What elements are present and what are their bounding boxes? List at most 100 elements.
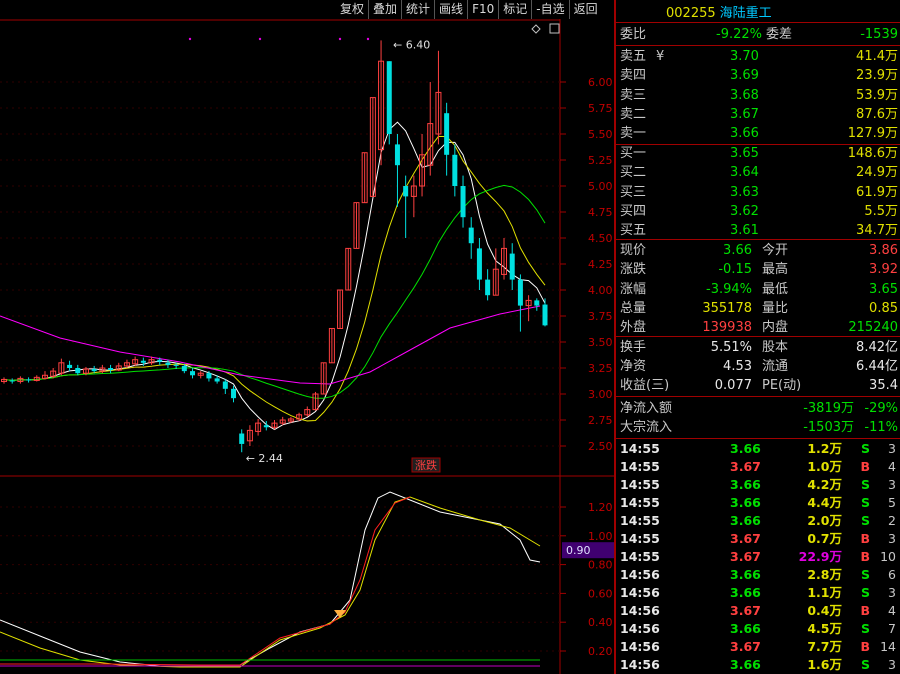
price-tick-label: 4.25 xyxy=(588,258,613,271)
trade-volume: 1.1万 xyxy=(807,585,842,600)
trade-price: 3.66 xyxy=(730,567,761,582)
sell-level[interactable]: 卖五 ¥3.70 41.4万 xyxy=(620,47,898,66)
trade-side: S xyxy=(860,441,870,456)
candle-body-down xyxy=(231,388,237,399)
kline-chart[interactable]: 6.00 5.75 5.50 5.25 5.00 4.75 4.50 4.25 4.00 3.75… xyxy=(0,0,614,674)
weibi-value: -9.22% xyxy=(716,27,762,42)
stat-label: 总量 xyxy=(620,300,647,316)
flow-label: 大宗流入 xyxy=(620,420,673,435)
buy-level[interactable]: 买三 3.63 61.9万 xyxy=(620,183,898,202)
level-price: 3.70 xyxy=(730,49,759,64)
trade-count: 3 xyxy=(888,441,896,456)
level-price: 3.63 xyxy=(730,184,759,200)
stat-row: 涨幅 -3.94% 最低 3.65 xyxy=(620,280,898,299)
sell-level[interactable]: 卖二 3.67 87.6万 xyxy=(620,105,898,124)
trade-count: 3 xyxy=(888,531,896,546)
trade-count: 3 xyxy=(888,477,896,492)
moving-average-line xyxy=(3,135,546,422)
stat-label: 外盘 xyxy=(620,320,647,336)
level-price: 3.69 xyxy=(730,68,759,84)
kline-chart-area[interactable]: 6.00 5.75 5.50 5.25 5.00 4.75 4.50 4.25 4.00 3.75… xyxy=(0,0,614,674)
event-dot xyxy=(188,37,192,41)
buy-level[interactable]: 买五 3.61 34.7万 xyxy=(620,221,898,240)
level-price: 3.64 xyxy=(730,165,759,181)
buy-level[interactable]: 买二 3.64 24.9万 xyxy=(620,163,898,182)
indicator-tick-label: 0.60 xyxy=(588,587,613,600)
candle-body-down xyxy=(444,113,450,155)
price-tick-label: 3.00 xyxy=(588,388,613,401)
stat-label: 最高 xyxy=(762,262,789,278)
toolbar-button-0[interactable]: 复权 xyxy=(336,0,369,19)
sell-level[interactable]: 卖四 3.69 23.9万 xyxy=(620,66,898,85)
toolbar-button-3[interactable]: 画线 xyxy=(434,0,468,19)
level-label: 卖三 xyxy=(620,87,647,103)
trade-tick: 14:56 3.67 0.4万 B 4 xyxy=(620,602,898,620)
fund-value: 5.51% xyxy=(710,340,752,355)
indicator-tick-label: 1.00 xyxy=(588,530,613,543)
trade-tick: 14:56 3.66 1.1万 S 3 xyxy=(620,584,898,602)
buy-level[interactable]: 买一 3.65 148.6万 xyxy=(620,144,898,163)
trade-volume: 0.4万 xyxy=(807,603,842,618)
stat-value: 3.66 xyxy=(723,243,752,258)
stock-name: 海陆重工 xyxy=(719,6,772,21)
stat-label: 内盘 xyxy=(762,320,789,336)
fund-label: 收益(三) xyxy=(620,378,670,393)
candle-body-down xyxy=(9,380,15,382)
trade-time: 14:56 xyxy=(620,603,660,618)
trade-volume: 1.6万 xyxy=(807,657,842,672)
trade-side: S xyxy=(860,477,870,492)
sell-level[interactable]: 卖一 3.66 127.9万 xyxy=(620,124,898,143)
sell-level[interactable]: 卖三 3.68 53.9万 xyxy=(620,86,898,105)
event-dot xyxy=(258,37,262,41)
candle-body-down xyxy=(452,154,458,186)
trade-time: 14:56 xyxy=(620,621,660,636)
candle-body-down xyxy=(91,369,97,372)
indicator-tick-label: 0.80 xyxy=(588,559,613,572)
flow-label: 净流入额 xyxy=(620,401,673,416)
stat-value: 0.85 xyxy=(869,300,898,316)
level-price: 3.66 xyxy=(730,126,759,142)
buy-level[interactable]: 买四 3.62 5.5万 xyxy=(620,202,898,221)
weibi-row: 委比 -9.22% 委差 -1539 xyxy=(620,25,898,44)
diamond-icon xyxy=(531,24,541,34)
candle-body-down xyxy=(468,227,474,244)
trade-side: S xyxy=(860,621,870,636)
toolbar-button-1[interactable]: 叠加 xyxy=(368,0,402,19)
level-price: 3.67 xyxy=(730,106,759,122)
trade-tick: 14:55 3.67 0.7万 B 3 xyxy=(620,530,898,548)
level-volume: 87.6万 xyxy=(856,106,898,122)
trade-side: B xyxy=(860,549,870,564)
fundamental-row: 净资 4.53 流通 6.44亿 xyxy=(620,357,898,376)
trade-time: 14:55 xyxy=(620,513,660,528)
event-dot xyxy=(366,37,370,41)
toolbar-button-6[interactable]: -自选 xyxy=(531,0,569,19)
level-label: 卖一 xyxy=(620,126,647,142)
indicator-tick-label: 0.40 xyxy=(588,616,613,629)
trade-time: 14:56 xyxy=(620,585,660,600)
stat-value: 3.92 xyxy=(869,262,898,278)
candle-body-down xyxy=(403,186,409,197)
trade-volume: 4.2万 xyxy=(807,477,842,492)
trade-price: 3.67 xyxy=(730,531,761,546)
fund-label: PE(动) xyxy=(762,378,802,393)
stat-row: 涨跌 -0.15 最高 3.92 xyxy=(620,260,898,279)
trade-price: 3.66 xyxy=(730,513,761,528)
toolbar-button-2[interactable]: 统计 xyxy=(401,0,435,19)
stat-label: 今开 xyxy=(762,243,789,258)
trade-count: 3 xyxy=(888,585,896,600)
candle-body-down xyxy=(476,248,482,280)
level-volume: 24.9万 xyxy=(856,165,898,181)
toolbar-button-4[interactable]: F10 xyxy=(467,0,499,19)
toolbar-button-7[interactable]: 返回 xyxy=(568,0,602,19)
weibi-label: 委比 xyxy=(620,27,647,42)
trade-tick: 14:55 3.66 2.0万 S 2 xyxy=(620,512,898,530)
trade-price: 3.66 xyxy=(730,657,761,672)
fundamental-row: 换手 5.51% 股本 8.42亿 xyxy=(620,338,898,357)
stat-value: -0.15 xyxy=(718,262,752,278)
price-tick-label: 2.50 xyxy=(588,440,613,453)
currency-icon: ¥ xyxy=(656,49,665,64)
trade-tick: 14:55 3.67 1.0万 B 4 xyxy=(620,458,898,476)
trade-time: 14:56 xyxy=(620,567,660,582)
trade-price: 3.66 xyxy=(730,441,761,456)
toolbar-button-5[interactable]: 标记 xyxy=(498,0,532,19)
